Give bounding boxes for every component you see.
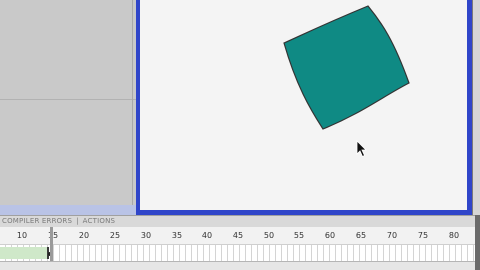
ruler-tick: 25 xyxy=(109,231,121,240)
ruler-tick: 80 xyxy=(448,231,460,240)
panel-scroll-strip[interactable] xyxy=(0,205,136,215)
panel-edge xyxy=(132,0,133,205)
flash-authoring-window: COMPILER ERRORS | ACTIONS 10 15 20 25 30 3… xyxy=(0,0,480,270)
ruler-tick: 65 xyxy=(355,231,367,240)
tab-compiler-errors[interactable]: COMPILER ERRORS xyxy=(2,217,72,225)
panel-tab-bar: COMPILER ERRORS | ACTIONS xyxy=(0,215,480,227)
frame-ruler[interactable]: 10 15 20 25 30 35 40 45 50 55 60 65 70 7… xyxy=(0,227,475,245)
vertical-scrollbar[interactable] xyxy=(472,0,480,215)
timeline-footer xyxy=(0,262,475,270)
ruler-tick: 40 xyxy=(201,231,213,240)
ruler-tick: 30 xyxy=(140,231,152,240)
library-panel xyxy=(0,0,136,205)
ruler-tick: 60 xyxy=(324,231,336,240)
shape-path xyxy=(283,5,410,130)
playhead[interactable] xyxy=(50,227,53,261)
arrow-cursor-icon xyxy=(356,140,367,158)
tab-actions[interactable]: ACTIONS xyxy=(83,217,115,225)
ruler-tick: 45 xyxy=(232,231,244,240)
window-edge xyxy=(475,215,480,270)
stage-canvas[interactable] xyxy=(140,0,467,210)
teal-rounded-square-shape[interactable] xyxy=(282,5,412,135)
ruler-tick: 50 xyxy=(263,231,275,240)
tween-span[interactable] xyxy=(0,247,49,259)
panel-tabs: COMPILER ERRORS | ACTIONS xyxy=(2,216,115,227)
ruler-tick: 20 xyxy=(78,231,90,240)
ruler-tick: 55 xyxy=(293,231,305,240)
ruler-tick: 35 xyxy=(171,231,183,240)
panel-divider xyxy=(0,99,136,100)
tab-separator: | xyxy=(76,217,79,225)
ruler-tick: 10 xyxy=(16,231,28,240)
ruler-tick: 70 xyxy=(386,231,398,240)
stage-frame xyxy=(136,0,472,215)
frame-track[interactable] xyxy=(0,227,475,262)
timeline-panel: 10 15 20 25 30 35 40 45 50 55 60 65 70 7… xyxy=(0,227,475,270)
ruler-tick: 75 xyxy=(417,231,429,240)
